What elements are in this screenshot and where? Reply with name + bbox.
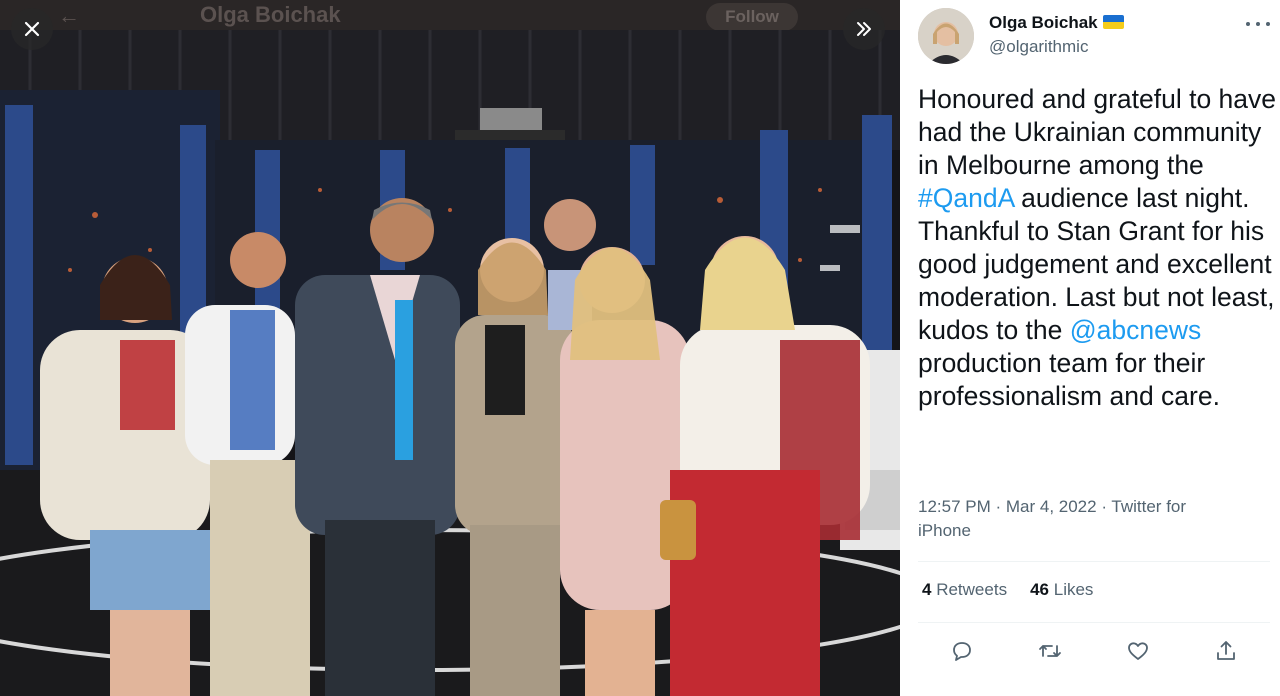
author-name-text: Olga Boichak: [989, 13, 1098, 32]
back-arrow-icon: ←: [58, 3, 80, 28]
likes-label: Likes: [1053, 580, 1094, 599]
author-handle[interactable]: @olgarithmic: [989, 37, 1088, 57]
retweets-label: Retweets: [936, 580, 1008, 599]
share-icon: [1217, 641, 1235, 660]
heart-icon: [1128, 642, 1148, 660]
share-button[interactable]: [1204, 636, 1248, 666]
meta-separator: ·: [1096, 497, 1112, 516]
ukraine-flag-icon: [1102, 15, 1124, 29]
avatar[interactable]: [918, 8, 974, 64]
close-button[interactable]: [11, 8, 53, 50]
close-icon: [24, 21, 40, 37]
media-viewer: ← Olga Boichak Follow: [0, 0, 900, 696]
tweet-meta: 12:57 PM · Mar 4, 2022 · Twitter for iPh…: [918, 495, 1218, 543]
author-name[interactable]: Olga Boichak: [989, 13, 1124, 33]
reply-icon: [953, 642, 971, 661]
retweet-icon: [1039, 645, 1061, 657]
tweet-photo[interactable]: [0, 30, 900, 696]
likes-count: 46: [1030, 580, 1049, 599]
background-profile-strip: ← Olga Boichak Follow: [0, 0, 900, 31]
tweet-text: Honoured and grateful to have had the Uk…: [918, 83, 1278, 413]
retweet-button[interactable]: [1028, 636, 1072, 666]
hashtag-link[interactable]: #QandA: [918, 183, 1014, 213]
likes-stat[interactable]: 46 Likes: [1030, 580, 1093, 600]
reply-button[interactable]: [940, 636, 984, 666]
more-options-button[interactable]: [1246, 14, 1270, 34]
avatar-image: [918, 8, 974, 64]
divider: [918, 622, 1270, 623]
expand-sidebar-button[interactable]: [843, 8, 885, 50]
background-author-name: Olga Boichak: [200, 2, 341, 27]
chevrons-right-icon: [857, 22, 871, 36]
tweet-text-part: Honoured and grateful to have had the Uk…: [918, 84, 1277, 180]
more-dots-icon: [1266, 22, 1270, 26]
like-button[interactable]: [1116, 636, 1160, 666]
tweet-text-part: production team for their professionalis…: [918, 348, 1220, 411]
background-follow-button: Follow: [706, 3, 798, 31]
tweet-actions: [940, 636, 1248, 666]
more-dots-icon: [1246, 22, 1250, 26]
divider: [918, 561, 1270, 562]
mention-link[interactable]: @abcnews: [1070, 315, 1202, 345]
retweets-count: 4: [922, 580, 932, 599]
tweet-timestamp[interactable]: 12:57 PM · Mar 4, 2022: [918, 497, 1097, 516]
tweet-stats: 4 Retweets 46 Likes: [922, 580, 1093, 600]
more-dots-icon: [1256, 22, 1260, 26]
retweets-stat[interactable]: 4 Retweets: [922, 580, 1007, 600]
tweet-panel: Olga Boichak @olgarithmic Honoured and g…: [900, 0, 1280, 696]
